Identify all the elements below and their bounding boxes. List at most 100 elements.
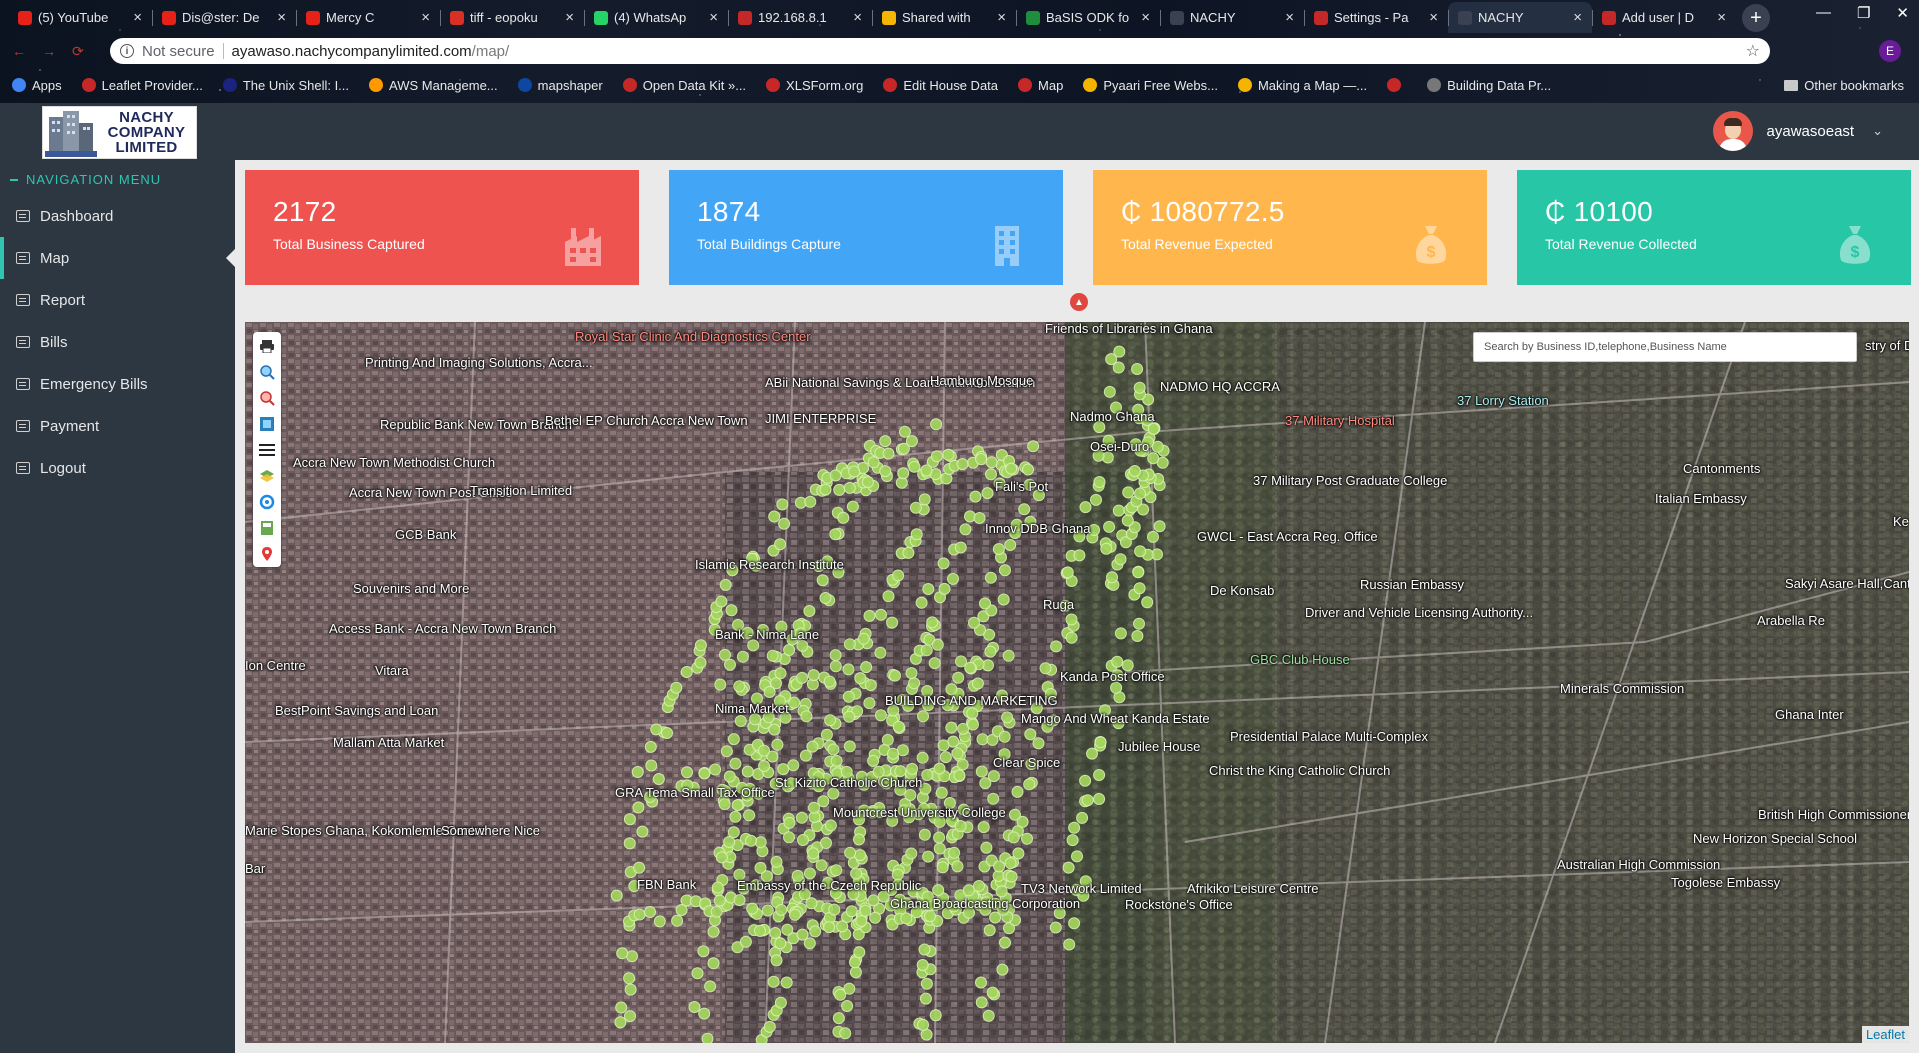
sidebar-item-bills[interactable]: Bills <box>0 321 235 363</box>
map-place-label[interactable]: Togolese Embassy <box>1671 876 1780 890</box>
leaflet-attribution[interactable]: Leaflet <box>1861 1026 1909 1043</box>
map-place-label[interactable]: Islamic Research Institute <box>695 558 844 572</box>
minimize-icon[interactable]: — <box>1816 4 1831 22</box>
map-place-label[interactable]: Bethel EP Church Accra New Town <box>545 414 748 428</box>
map-place-label[interactable]: GWCL - East Accra Reg. Office <box>1197 530 1378 544</box>
bookmark-star-icon[interactable]: ☆ <box>1746 41 1760 61</box>
full-extent-icon[interactable] <box>258 413 276 434</box>
other-bookmarks[interactable]: Other bookmarks <box>1784 78 1904 93</box>
bookmark-item[interactable]: Open Data Kit »... <box>622 78 746 93</box>
forward-icon[interactable]: → <box>42 43 56 60</box>
map-place-label[interactable]: Nima Market <box>715 702 789 716</box>
bookmark-item[interactable]: Leaflet Provider... <box>81 78 203 93</box>
map-place-label[interactable]: 37 Military Hospital <box>1285 414 1395 428</box>
map-place-label[interactable]: Somewhere Nice <box>441 824 540 838</box>
map-place-label[interactable]: De Konsab <box>1210 584 1274 598</box>
sidebar-item-emergency-bills[interactable]: Emergency Bills <box>0 363 235 405</box>
map-place-label[interactable]: Ghana Broadcasting Corporation <box>890 897 1080 911</box>
map-place-label[interactable]: Mango And Wheat Kanda Estate <box>1021 712 1210 726</box>
map-place-label[interactable]: Accra New Town Methodist Church <box>293 456 495 470</box>
browser-tab[interactable]: 192.168.8.1 × <box>728 2 872 33</box>
map-place-label[interactable]: Nadmo Ghana <box>1070 410 1155 424</box>
close-tab-icon[interactable]: × <box>1141 9 1150 26</box>
bookmark-item[interactable]: AWS Manageme... <box>369 78 498 93</box>
browser-tab[interactable]: Dis@ster: De × <box>152 2 296 33</box>
map-place-label[interactable]: Sakyi Asare Hall,Canton <box>1785 577 1909 591</box>
sidebar-item-dashboard[interactable]: Dashboard <box>0 195 235 237</box>
sidebar-item-map[interactable]: Map <box>0 237 235 279</box>
user-avatar[interactable] <box>1712 111 1753 151</box>
close-tab-icon[interactable]: × <box>997 9 1006 26</box>
info-icon[interactable]: i <box>120 44 134 58</box>
map-place-label[interactable]: Osei-Duro <box>1090 440 1149 454</box>
bookmark-item[interactable]: Edit House Data <box>883 78 998 93</box>
zoom-in-icon[interactable] <box>258 361 276 382</box>
map-place-label[interactable]: British High Commissioner's... <box>1758 808 1909 822</box>
browser-tab[interactable]: tiff - eopoku × <box>440 2 584 33</box>
close-window-icon[interactable]: ✕ <box>1896 4 1909 22</box>
map-place-label[interactable]: BUILDING AND MARKETING <box>885 694 1058 708</box>
map-place-label[interactable]: New Horizon Special School <box>1693 832 1857 846</box>
map-place-label[interactable]: Royal Star Clinic And Diagnostics Center <box>575 330 811 344</box>
map-place-label[interactable]: Hamburg Mosque <box>930 374 1033 388</box>
map-place-label[interactable]: GBC Club House <box>1250 653 1350 667</box>
map-place-label[interactable]: Russian Embassy <box>1360 578 1464 592</box>
map-search-input[interactable] <box>1473 332 1857 362</box>
user-menu[interactable]: ayawasoeast ⌄ <box>1712 111 1883 151</box>
bookmark-item[interactable]: Apps <box>12 78 62 93</box>
map-place-label[interactable]: Presidential Palace Multi-Complex <box>1230 730 1428 744</box>
map-place-label[interactable]: Ghana Inter <box>1775 708 1844 722</box>
map-place-label[interactable]: Clear Spice <box>993 756 1060 770</box>
location-pin-icon[interactable] <box>258 543 276 564</box>
sidebar-item-report[interactable]: Report <box>0 279 235 321</box>
close-tab-icon[interactable]: × <box>565 9 574 26</box>
address-bar[interactable]: i Not secure ayawaso.nachycompanylimited… <box>110 38 1770 64</box>
back-icon[interactable]: ← <box>12 43 26 60</box>
map-place-label[interactable]: Afrikiko Leisure Centre <box>1187 882 1319 896</box>
browser-tab[interactable]: (4) WhatsAp × <box>584 2 728 33</box>
map-place-label[interactable]: Printing And Imaging Solutions, Accra... <box>365 356 593 370</box>
print-icon[interactable] <box>258 335 276 356</box>
chevron-down-icon[interactable]: ⌄ <box>1872 123 1883 139</box>
close-tab-icon[interactable]: × <box>421 9 430 26</box>
browser-tab[interactable]: Settings - Pa × <box>1304 2 1448 33</box>
map-place-label[interactable]: Embassy of the Czech Republic <box>737 879 921 893</box>
map-place-label[interactable]: Access Bank - Accra New Town Branch <box>329 622 556 636</box>
bookmark-item[interactable]: Making a Map —... <box>1237 78 1367 93</box>
map-place-label[interactable]: Driver and Vehicle Licensing Authority..… <box>1305 606 1533 620</box>
map-place-label[interactable]: Transition Limited <box>470 484 572 498</box>
browser-tab[interactable]: Mercy C × <box>296 2 440 33</box>
browser-tab[interactable]: NACHY × <box>1160 2 1304 33</box>
map-place-label[interactable]: Mallam Atta Market <box>333 736 444 750</box>
close-tab-icon[interactable]: × <box>133 9 142 26</box>
bookmark-item[interactable] <box>1387 78 1407 92</box>
map-place-label[interactable]: Italian Embassy <box>1655 492 1747 506</box>
close-tab-icon[interactable]: × <box>277 9 286 26</box>
map-place-label[interactable]: Bar <box>245 862 265 876</box>
bookmark-item[interactable]: XLSForm.org <box>766 78 863 93</box>
bookmark-item[interactable]: Map <box>1018 78 1063 93</box>
browser-tab[interactable]: Add user | D × <box>1592 2 1736 33</box>
leaflet-map[interactable]: Royal Star Clinic And Diagnostics Center… <box>245 322 1909 1043</box>
new-tab-button[interactable]: + <box>1742 4 1770 32</box>
company-logo[interactable]: NACHY COMPANY LIMITED <box>42 106 197 159</box>
map-place-label[interactable]: TV3 Network Limited <box>1021 882 1142 896</box>
browser-tab[interactable]: NACHY × <box>1448 2 1592 33</box>
map-place-label[interactable]: 37 Lorry Station <box>1457 394 1549 408</box>
map-place-label[interactable]: Souvenirs and More <box>353 582 469 596</box>
map-place-label[interactable]: Kanda Post Office <box>1060 670 1165 684</box>
map-place-label[interactable]: BestPoint Savings and Loan <box>275 704 438 718</box>
bookmark-item[interactable]: Building Data Pr... <box>1427 78 1551 93</box>
layers-icon[interactable] <box>258 465 276 486</box>
map-place-label[interactable]: St. Kizito Catholic Church <box>775 776 922 790</box>
map-place-label[interactable]: Fali's Pot <box>995 480 1048 494</box>
map-place-label[interactable]: Friends of Libraries in Ghana <box>1045 322 1213 336</box>
collapse-toggle-icon[interactable]: ▲ <box>1070 293 1088 311</box>
map-place-label[interactable]: Cantonments <box>1683 462 1760 476</box>
zoom-out-icon[interactable] <box>258 387 276 408</box>
map-place-label[interactable]: Ruga <box>1043 598 1074 612</box>
browser-tab[interactable]: Shared with × <box>872 2 1016 33</box>
bookmark-item[interactable]: The Unix Shell: I... <box>222 78 349 93</box>
refresh-icon[interactable] <box>258 491 276 512</box>
close-tab-icon[interactable]: × <box>1717 9 1726 26</box>
